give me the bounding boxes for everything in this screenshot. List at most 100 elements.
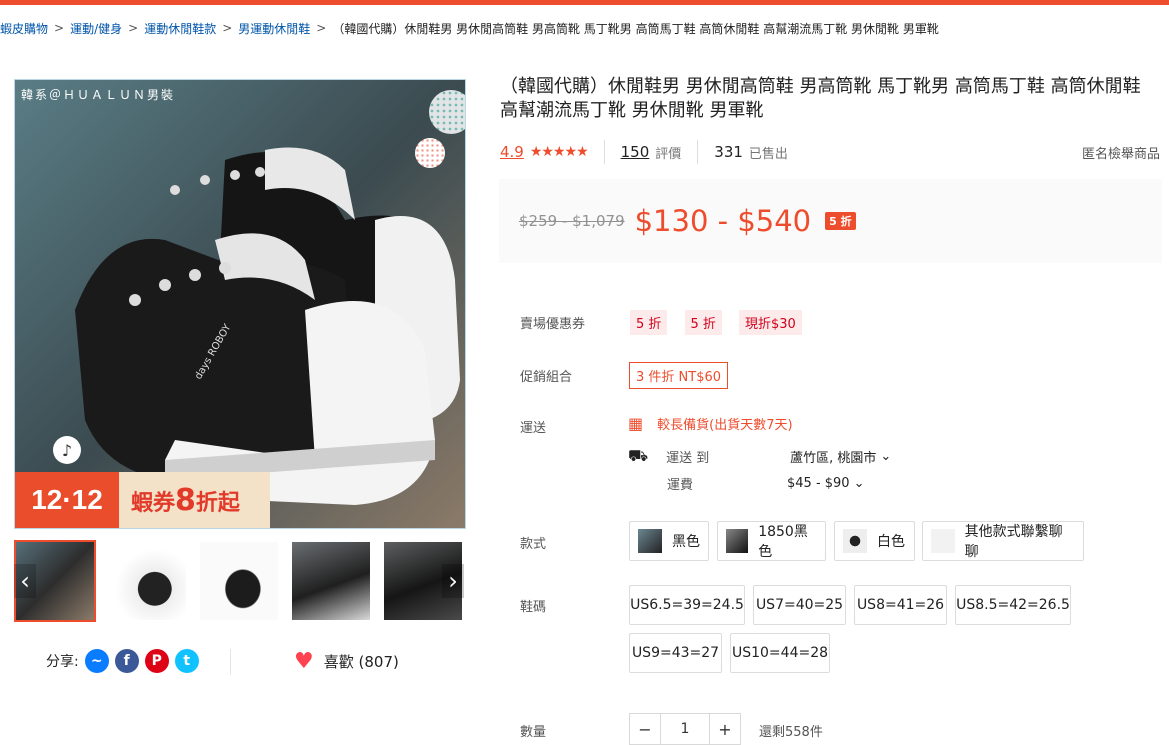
- quantity-label: 數量: [520, 725, 547, 740]
- plus-button[interactable]: +: [709, 713, 741, 745]
- size-option[interactable]: US8.5=42=26.5: [955, 585, 1071, 625]
- review-count[interactable]: 150: [621, 143, 650, 161]
- divider: [230, 649, 231, 675]
- chevron-right-icon[interactable]: ›: [442, 564, 464, 598]
- thumbnail[interactable]: [106, 540, 188, 622]
- breadcrumb-current: （韓國代購）休閒鞋男 男休閒高筒鞋 男高筒靴 馬丁靴男 高筒馬丁鞋 高筒休閒鞋 …: [332, 21, 939, 36]
- voucher-list: 5 折 5 折 現折$30: [630, 310, 814, 335]
- rating-stats: 4.9 ★★★★★ 150 評價 331 已售出 匿名檢舉商品: [500, 137, 1160, 167]
- music-note-icon[interactable]: ♪: [53, 436, 81, 464]
- share-bar: 分享: ~ f P t: [46, 649, 199, 673]
- chevron-right-icon: >: [316, 21, 327, 35]
- voucher-tag[interactable]: 現折$30: [739, 310, 802, 335]
- style-option[interactable]: 白色: [834, 521, 915, 561]
- breadcrumb-sports[interactable]: 運動/健身: [70, 20, 122, 37]
- chevron-down-icon[interactable]: ⌄: [880, 449, 891, 464]
- thumbnail[interactable]: [290, 540, 372, 622]
- like-button[interactable]: ♥ 喜歡 (807): [294, 649, 399, 674]
- swatch-image: [843, 529, 867, 553]
- divider: [697, 140, 699, 164]
- product-main: days ROBOY 韓系＠ＨＵＡＬＵＮ男裝 ♪ 12·12 蝦券8折起 ‹ ›…: [0, 51, 1169, 745]
- size-option[interactable]: US7=40=25: [753, 585, 846, 625]
- promo-discount: 8: [175, 482, 196, 518]
- sold-count: 331: [714, 143, 743, 161]
- style-option[interactable]: 其他款式聯繫聊聊: [922, 521, 1084, 561]
- twitter-icon[interactable]: t: [174, 649, 199, 673]
- combo-label: 促銷組合: [520, 370, 573, 385]
- voucher-label: 賣場優惠券: [520, 317, 586, 332]
- price-box: $259 - $1,079 $130 - $540 5 折: [499, 179, 1162, 263]
- calendar-icon: ▦: [628, 414, 644, 433]
- ship-to-label: 運送 到: [666, 451, 710, 466]
- ship-to-row: ⛟ 運送 到 蘆竹區, 桃園市 ⌄: [628, 446, 891, 467]
- chevron-left-icon[interactable]: ‹: [14, 564, 36, 598]
- fee-value[interactable]: $45 - $90: [787, 476, 850, 491]
- star-icons: ★★★★★: [529, 144, 589, 160]
- chevron-right-icon: >: [222, 21, 233, 35]
- combo-wrap: 3 件折 NT$60: [629, 362, 729, 389]
- voucher-tag[interactable]: 5 折: [684, 310, 722, 335]
- size-option[interactable]: US9=43=27: [629, 633, 722, 673]
- stock-remaining: 還剩558件: [759, 725, 823, 740]
- chevron-down-icon[interactable]: ⌄: [854, 476, 865, 491]
- share-label: 分享:: [46, 654, 79, 670]
- ship-to-location[interactable]: 蘆竹區, 桃園市: [790, 447, 876, 466]
- size-label: 鞋碼: [520, 600, 547, 615]
- facebook-icon[interactable]: f: [114, 649, 139, 673]
- promo-banner: 12·12 蝦券8折起: [15, 472, 270, 528]
- chevron-right-icon: >: [54, 21, 65, 35]
- swatch-image: [638, 529, 662, 553]
- quantity-stepper: − 1 +: [629, 713, 741, 745]
- swatch-image: [726, 529, 749, 553]
- sold-label: 已售出: [748, 146, 788, 162]
- promo-suffix: 折起: [195, 490, 240, 516]
- ship-fee-row: 運費 $45 - $90 ⌄: [667, 474, 865, 493]
- current-price: $130 - $540: [634, 204, 812, 238]
- truck-icon: ⛟: [628, 446, 649, 465]
- breadcrumb-home[interactable]: 蝦皮購物: [0, 20, 48, 37]
- pinterest-icon[interactable]: P: [144, 649, 169, 673]
- shipping-label: 運送: [520, 421, 547, 436]
- discount-badge: 5 折: [825, 212, 856, 230]
- ship-note: 較長備貨(出貨天數7天): [657, 418, 793, 433]
- original-price: $259 - $1,079: [519, 212, 625, 230]
- like-count: 喜歡 (807): [323, 653, 399, 671]
- breadcrumb-casual-shoes[interactable]: 運動休閒鞋款: [144, 20, 216, 37]
- style-label: 款式: [520, 537, 547, 552]
- ship-note-row: ▦ 較長備貨(出貨天數7天): [628, 414, 793, 433]
- style-label-text: 黑色: [672, 534, 700, 550]
- style-label-text: 其他款式聯繫聊聊: [964, 524, 1063, 560]
- messenger-icon[interactable]: ~: [84, 649, 109, 673]
- divider: [603, 140, 605, 164]
- promo-label: 蝦券: [131, 490, 176, 516]
- style-label-text: 白色: [877, 534, 905, 550]
- promo-date: 12·12: [15, 472, 119, 528]
- promo-text: 蝦券8折起: [119, 483, 240, 518]
- breadcrumb-men-casual[interactable]: 男運動休閒鞋: [238, 20, 310, 37]
- minus-button[interactable]: −: [629, 713, 661, 745]
- boot-illustration: days ROBOY: [15, 80, 465, 528]
- voucher-tag[interactable]: 5 折: [630, 310, 668, 335]
- product-title: （韓國代購）休閒鞋男 男休閒高筒鞋 男高筒靴 馬丁靴男 高筒馬丁鞋 高筒休閒鞋 …: [500, 76, 1141, 121]
- breadcrumb: 蝦皮購物 > 運動/健身 > 運動休閒鞋款 > 男運動休閒鞋 > （韓國代購）休…: [0, 5, 1169, 51]
- swatch-image: [931, 529, 955, 553]
- product-main-image[interactable]: days ROBOY 韓系＠ＨＵＡＬＵＮ男裝 ♪ 12·12 蝦券8折起: [14, 79, 466, 529]
- size-option[interactable]: US6.5=39=24.5: [629, 585, 745, 625]
- rating-value[interactable]: 4.9: [500, 143, 524, 161]
- thumbnail[interactable]: [198, 540, 280, 622]
- heart-icon: ♥: [294, 649, 314, 674]
- style-option[interactable]: 黑色: [629, 521, 709, 561]
- brand-watermark: 韓系＠ＨＵＡＬＵＮ男裝: [21, 88, 176, 102]
- quantity-input[interactable]: 1: [661, 713, 709, 745]
- report-link[interactable]: 匿名檢舉商品: [1082, 143, 1160, 162]
- size-option[interactable]: US8=41=26: [854, 585, 947, 625]
- decor-dots: [415, 138, 445, 168]
- style-option[interactable]: 1850黑色: [717, 521, 826, 561]
- thumbnail-strip: ‹ ›: [14, 540, 464, 622]
- fee-label: 運費: [667, 478, 694, 493]
- style-label-text: 1850黑色: [758, 524, 808, 560]
- combo-deal[interactable]: 3 件折 NT$60: [629, 362, 729, 389]
- review-label: 評價: [655, 146, 682, 162]
- decor-dots: [429, 90, 465, 134]
- size-option[interactable]: US10=44=28: [730, 633, 830, 673]
